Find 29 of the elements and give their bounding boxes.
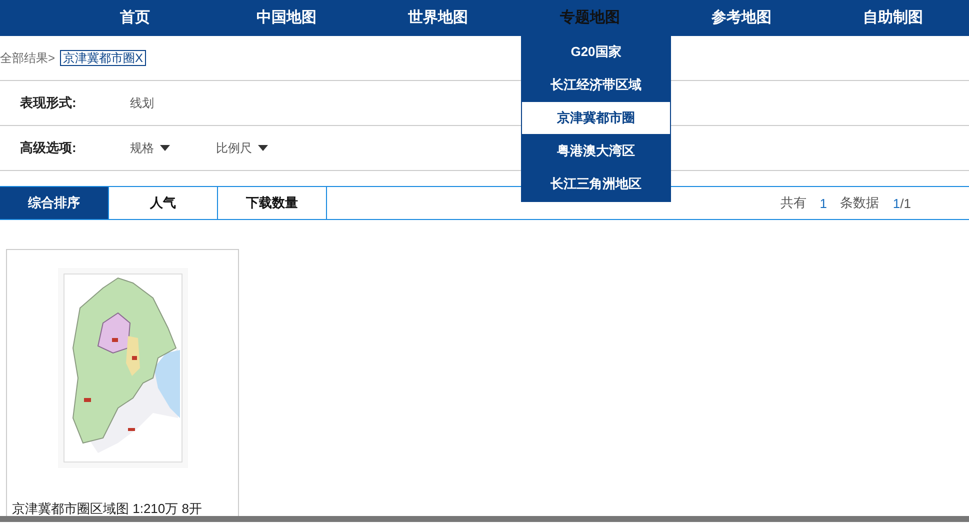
sort-tab[interactable]: 综合排序 <box>0 187 109 219</box>
sort-tab[interactable]: 下载数量 <box>218 187 327 219</box>
scrollbar[interactable] <box>0 516 969 522</box>
filter-label: 表现形式: <box>19 94 78 112</box>
total-count: 1 <box>820 196 827 210</box>
breadcrumb-link[interactable]: 全部结果> <box>0 50 56 66</box>
caret-icon <box>258 145 268 151</box>
dropdown[interactable]: 比例尺 <box>216 140 268 156</box>
menu-item[interactable]: 长江经济带区域 <box>522 69 670 101</box>
page-count: /1 <box>900 196 911 210</box>
unit-label: 条数据 <box>840 194 879 212</box>
filter-tag[interactable]: 京津冀都市圈X <box>60 50 146 66</box>
menu-item[interactable]: 长江三角洲地区 <box>522 168 670 200</box>
nav-item[interactable]: 首页 <box>59 0 211 36</box>
menu-item[interactable]: 粤港澳大湾区 <box>522 135 670 167</box>
nav-item[interactable]: 中国地图 <box>210 0 362 36</box>
filter-label: 高级选项: <box>19 139 78 157</box>
menu-item[interactable]: G20国家 <box>522 36 670 68</box>
menu-item[interactable]: 京津冀都市圈 <box>522 102 670 134</box>
caret-icon <box>160 145 170 151</box>
nav-item[interactable]: 世界地图 <box>362 0 514 36</box>
total-label: 共有 <box>780 194 807 212</box>
dropdown[interactable]: 规格 <box>130 140 170 156</box>
nav-item[interactable]: 自助制图 <box>817 0 969 36</box>
page-number: 1 <box>892 196 900 210</box>
nav-item[interactable]: 参考地图 <box>666 0 818 36</box>
sort-tab[interactable]: 人气 <box>109 187 218 219</box>
filter-option[interactable]: 线划 <box>130 94 154 112</box>
result-caption: 京津冀都市圈区域图 1:210万 8开 <box>12 500 202 518</box>
